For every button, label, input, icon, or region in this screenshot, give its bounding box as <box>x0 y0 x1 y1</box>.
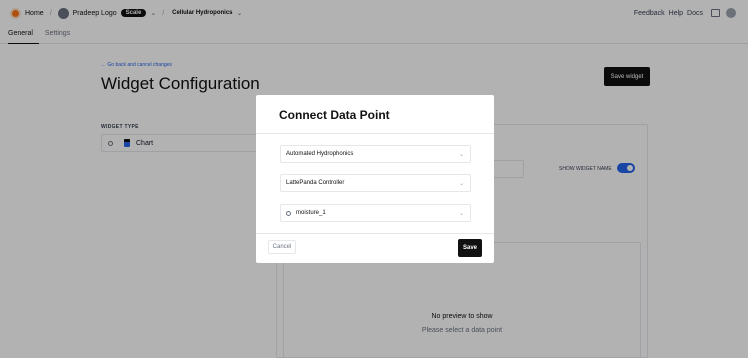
cancel-button[interactable]: Cancel <box>268 240 296 254</box>
chevron-down-icon: ⌄ <box>458 211 464 217</box>
save-button[interactable]: Save <box>458 239 482 257</box>
data-point-select-value: moisture_1 <box>296 210 326 216</box>
search-icon <box>286 210 291 216</box>
device-select[interactable]: LattePanda Controller ⌄ <box>280 174 471 192</box>
modal-divider <box>256 133 494 134</box>
chevron-down-icon: ⌄ <box>458 152 464 158</box>
device-select-value: LattePanda Controller <box>286 180 345 186</box>
modal-divider <box>256 233 494 234</box>
project-select[interactable]: Automated Hydrophonics ⌄ <box>280 145 471 163</box>
connect-data-point-modal: Connect Data Point Automated Hydrophonic… <box>256 95 494 263</box>
chevron-down-icon: ⌄ <box>458 181 464 187</box>
data-point-select[interactable]: moisture_1 ⌄ <box>280 204 471 222</box>
project-select-value: Automated Hydrophonics <box>286 151 354 157</box>
modal-title: Connect Data Point <box>279 108 390 122</box>
